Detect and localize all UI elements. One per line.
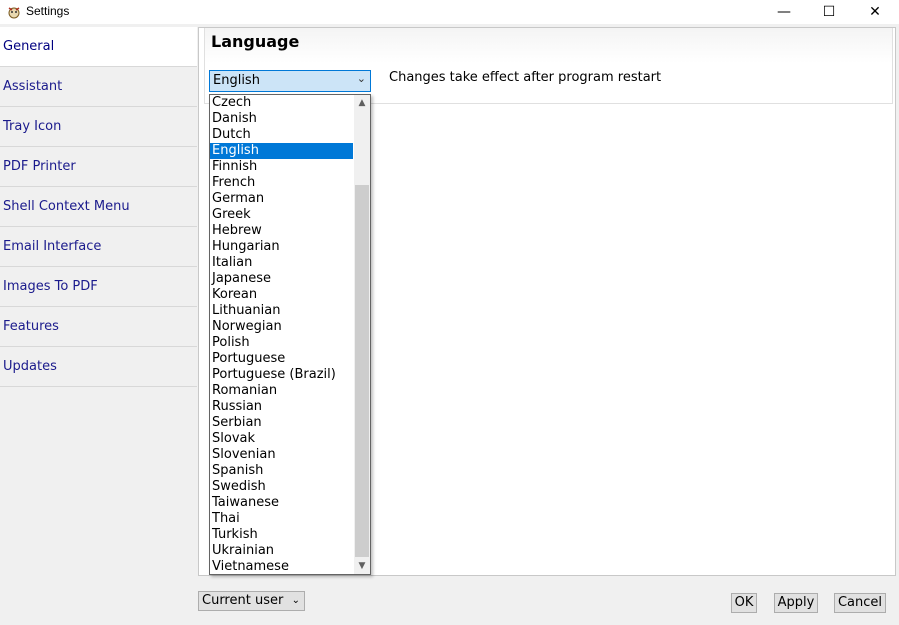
apply-button[interactable]: Apply (774, 593, 818, 613)
language-option[interactable]: Slovenian (210, 447, 353, 463)
language-option[interactable]: Japanese (210, 271, 353, 287)
minimize-button[interactable]: — (761, 0, 807, 24)
language-option[interactable]: Swedish (210, 479, 353, 495)
language-option[interactable]: Greek (210, 207, 353, 223)
language-option[interactable]: Taiwanese (210, 495, 353, 511)
sidebar-item-images-to-pdf[interactable]: Images To PDF (0, 267, 197, 307)
language-option[interactable]: Korean (210, 287, 353, 303)
language-option[interactable]: Serbian (210, 415, 353, 431)
language-option[interactable]: Hungarian (210, 239, 353, 255)
dropdown-scrollbar[interactable]: ▲ ▼ (354, 95, 370, 574)
language-option[interactable]: Italian (210, 255, 353, 271)
language-option[interactable]: Spanish (210, 463, 353, 479)
language-option[interactable]: Russian (210, 399, 353, 415)
sidebar-item-assistant[interactable]: Assistant (0, 67, 197, 107)
language-option[interactable]: Polish (210, 335, 353, 351)
language-option[interactable]: Czech (210, 95, 353, 111)
app-icon (8, 7, 20, 19)
scope-select[interactable]: Current user ⌄ (198, 591, 305, 611)
language-heading: Language (211, 32, 300, 51)
language-option[interactable]: Romanian (210, 383, 353, 399)
scope-select-value: Current user (202, 593, 284, 608)
language-option[interactable]: Slovak (210, 431, 353, 447)
cancel-button[interactable]: Cancel (834, 593, 886, 613)
language-option[interactable]: Portuguese (Brazil) (210, 367, 353, 383)
language-option[interactable]: Thai (210, 511, 353, 527)
language-option[interactable]: French (210, 175, 353, 191)
restart-hint: Changes take effect after program restar… (389, 70, 662, 85)
sidebar-item-shell-context-menu[interactable]: Shell Context Menu (0, 187, 197, 227)
window-title: Settings (26, 4, 70, 18)
maximize-button[interactable]: ☐ (806, 0, 852, 24)
sidebar-item-email-interface[interactable]: Email Interface (0, 227, 197, 267)
sidebar-item-updates[interactable]: Updates (0, 347, 197, 387)
scroll-down-icon[interactable]: ▼ (354, 558, 370, 574)
language-option[interactable]: Portuguese (210, 351, 353, 367)
language-option[interactable]: Turkish (210, 527, 353, 543)
language-option[interactable]: Dutch (210, 127, 353, 143)
language-combobox[interactable]: English ⌄ (209, 70, 371, 92)
ok-button[interactable]: OK (731, 593, 757, 613)
language-option[interactable]: Finnish (210, 159, 353, 175)
language-option[interactable]: German (210, 191, 353, 207)
sidebar-item-general[interactable]: General (0, 27, 197, 67)
language-option[interactable]: Norwegian (210, 319, 353, 335)
language-group: Language English ⌄ Changes take effect a… (204, 28, 893, 104)
chevron-down-icon: ⌄ (356, 72, 366, 85)
sidebar-item-tray-icon[interactable]: Tray Icon (0, 107, 197, 147)
language-option[interactable]: Lithuanian (210, 303, 353, 319)
language-combobox-value: English (213, 73, 260, 88)
language-dropdown-list[interactable]: Czech Danish Dutch English Finnish French Germ… (209, 94, 371, 575)
scroll-up-icon[interactable]: ▲ (354, 95, 370, 111)
sidebar-item-pdf-printer[interactable]: PDF Printer (0, 147, 197, 187)
language-option[interactable]: Hebrew (210, 223, 353, 239)
chevron-down-icon: ⌄ (291, 595, 300, 606)
language-option[interactable]: Danish (210, 111, 353, 127)
language-option[interactable]: English (210, 143, 353, 159)
scrollbar-thumb[interactable] (355, 185, 369, 557)
language-option[interactable]: Vietnamese (210, 559, 353, 574)
sidebar-item-features[interactable]: Features (0, 307, 197, 347)
settings-sidebar: General Assistant Tray Icon PDF Printer … (0, 27, 197, 625)
language-option[interactable]: Ukrainian (210, 543, 353, 559)
title-bar: Settings — ☐ ✕ (0, 0, 899, 24)
close-button[interactable]: ✕ (852, 0, 898, 24)
